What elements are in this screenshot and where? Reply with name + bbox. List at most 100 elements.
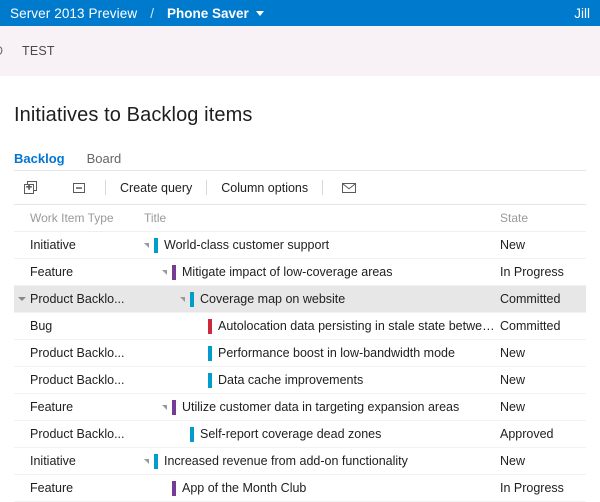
work-item-title-link[interactable]: Self-report coverage dead zones xyxy=(200,427,381,441)
table-row[interactable]: Feature App of the Month Club In Progress xyxy=(14,475,586,502)
truncated-nav-item[interactable]: D xyxy=(0,44,8,58)
work-item-title-link[interactable]: Utilize customer data in targeting expan… xyxy=(182,400,459,414)
table-row[interactable]: Bug Autolocation data persisting in stale… xyxy=(14,313,586,340)
email-button[interactable] xyxy=(334,175,364,201)
table-row[interactable]: Product Backlo... Data cache improvements… xyxy=(14,367,586,394)
table-row[interactable]: Initiative Increased revenue from add-on … xyxy=(14,448,586,475)
nav-item-test[interactable]: TEST xyxy=(22,44,55,58)
table-row[interactable]: Product Backlo... Performance boost in lo… xyxy=(14,340,586,367)
cell-work-item-type: Initiative xyxy=(30,454,144,468)
toolbar-divider xyxy=(105,180,106,195)
work-item-title-link[interactable]: Data cache improvements xyxy=(218,373,363,387)
tab-backlog[interactable]: Backlog xyxy=(14,151,65,170)
grid-header-row: Work Item Type Title State xyxy=(14,205,586,232)
toolbar-divider xyxy=(322,180,323,195)
collection-name-link[interactable]: Server 2013 Preview xyxy=(10,6,137,21)
work-item-title-link[interactable]: Increased revenue from add-on functional… xyxy=(164,454,408,468)
envelope-icon xyxy=(341,181,357,195)
table-row[interactable]: Feature Mitigate impact of low-coverage a… xyxy=(14,259,586,286)
tree-expand-toggle-icon[interactable] xyxy=(162,405,167,410)
cell-state: Approved xyxy=(500,427,586,441)
work-item-title-link[interactable]: World-class customer support xyxy=(164,238,329,252)
cell-work-item-type: Feature xyxy=(30,481,144,495)
pivot-tabs: Backlog Board xyxy=(14,147,586,171)
cell-title: App of the Month Club xyxy=(144,481,500,496)
cell-work-item-type: Bug xyxy=(30,319,144,333)
cell-title: Self-report coverage dead zones xyxy=(144,427,500,442)
toolbar-divider xyxy=(206,180,207,195)
secondary-navigation-bar: D TEST xyxy=(0,26,600,76)
expand-all-icon xyxy=(23,180,39,196)
cell-work-item-type: Feature xyxy=(30,400,144,414)
cell-work-item-type: Feature xyxy=(30,265,144,279)
column-options-button[interactable]: Column options xyxy=(218,181,311,195)
page-title: Initiatives to Backlog items xyxy=(14,76,586,127)
column-header-title[interactable]: Title xyxy=(144,211,500,225)
work-item-type-color-bar xyxy=(154,454,158,469)
project-name-label: Phone Saver xyxy=(167,6,249,21)
work-item-type-color-bar xyxy=(208,319,212,334)
collapse-all-icon xyxy=(71,180,87,196)
cell-work-item-type: Product Backlo... xyxy=(30,427,144,441)
cell-state: In Progress xyxy=(500,265,586,279)
work-item-type-color-bar xyxy=(208,346,212,361)
cell-work-item-type: Product Backlo... xyxy=(30,346,144,360)
cell-work-item-type: Initiative xyxy=(30,238,144,252)
work-item-title-link[interactable]: Mitigate impact of low-coverage areas xyxy=(182,265,393,279)
cell-work-item-type: Product Backlo... xyxy=(30,292,144,306)
table-row[interactable]: Initiative World-class customer support Ne… xyxy=(14,232,586,259)
cell-title: Data cache improvements xyxy=(144,373,500,388)
breadcrumb-separator: / xyxy=(150,6,154,21)
grid-toolbar: Create query Column options xyxy=(14,171,586,205)
work-item-type-color-bar xyxy=(172,265,176,280)
work-item-type-color-bar xyxy=(190,292,194,307)
row-context-menu-button[interactable] xyxy=(14,297,30,301)
cell-title: World-class customer support xyxy=(144,238,500,253)
table-row[interactable]: Product Backlo... Coverage map on website… xyxy=(14,286,586,313)
cell-title: Coverage map on website xyxy=(144,292,500,307)
project-name-dropdown[interactable]: Phone Saver xyxy=(167,6,264,21)
tree-expand-toggle-icon[interactable] xyxy=(162,270,167,275)
cell-state: New xyxy=(500,373,586,387)
tree-expand-toggle-icon[interactable] xyxy=(180,297,185,302)
column-header-state[interactable]: State xyxy=(500,211,586,225)
table-row[interactable]: Product Backlo... Self-report coverage de… xyxy=(14,421,586,448)
cell-state: New xyxy=(500,238,586,252)
cell-state: Committed xyxy=(500,319,586,333)
work-item-grid: Work Item Type Title State Initiative Wor… xyxy=(14,205,586,502)
grid-body: Initiative World-class customer support Ne… xyxy=(14,232,586,502)
work-item-type-color-bar xyxy=(190,427,194,442)
tree-expand-toggle-icon[interactable] xyxy=(144,243,149,248)
cell-title: Mitigate impact of low-coverage areas xyxy=(144,265,500,280)
table-row[interactable]: Feature Utilize customer data in targetin… xyxy=(14,394,586,421)
cell-state: In Progress xyxy=(500,481,586,495)
work-item-type-color-bar xyxy=(208,373,212,388)
work-item-type-color-bar xyxy=(172,400,176,415)
page-content: Initiatives to Backlog items Backlog Boa… xyxy=(0,76,600,502)
work-item-type-color-bar xyxy=(154,238,158,253)
column-header-work-item-type[interactable]: Work Item Type xyxy=(30,211,144,225)
chevron-down-icon xyxy=(18,297,26,301)
work-item-title-link[interactable]: Autolocation data persisting in stale st… xyxy=(218,319,500,333)
cell-state: New xyxy=(500,346,586,360)
cell-title: Utilize customer data in targeting expan… xyxy=(144,400,500,415)
create-query-button[interactable]: Create query xyxy=(117,181,195,195)
work-item-title-link[interactable]: App of the Month Club xyxy=(182,481,306,495)
cell-title: Autolocation data persisting in stale st… xyxy=(144,319,500,334)
user-name-label[interactable]: Jill xyxy=(574,6,592,21)
cell-title: Increased revenue from add-on functional… xyxy=(144,454,500,469)
collapse-all-button[interactable] xyxy=(64,175,94,201)
expand-all-button[interactable] xyxy=(16,175,46,201)
chevron-down-icon xyxy=(256,11,264,16)
tree-expand-toggle-icon[interactable] xyxy=(144,459,149,464)
work-item-type-color-bar xyxy=(172,481,176,496)
cell-state: New xyxy=(500,454,586,468)
top-navigation-bar: Server 2013 Preview / Phone Saver Jill xyxy=(0,0,600,26)
tab-board[interactable]: Board xyxy=(87,151,122,170)
work-item-title-link[interactable]: Performance boost in low-bandwidth mode xyxy=(218,346,455,360)
cell-title: Performance boost in low-bandwidth mode xyxy=(144,346,500,361)
work-item-title-link[interactable]: Coverage map on website xyxy=(200,292,345,306)
cell-state: New xyxy=(500,400,586,414)
cell-work-item-type: Product Backlo... xyxy=(30,373,144,387)
cell-state: Committed xyxy=(500,292,586,306)
